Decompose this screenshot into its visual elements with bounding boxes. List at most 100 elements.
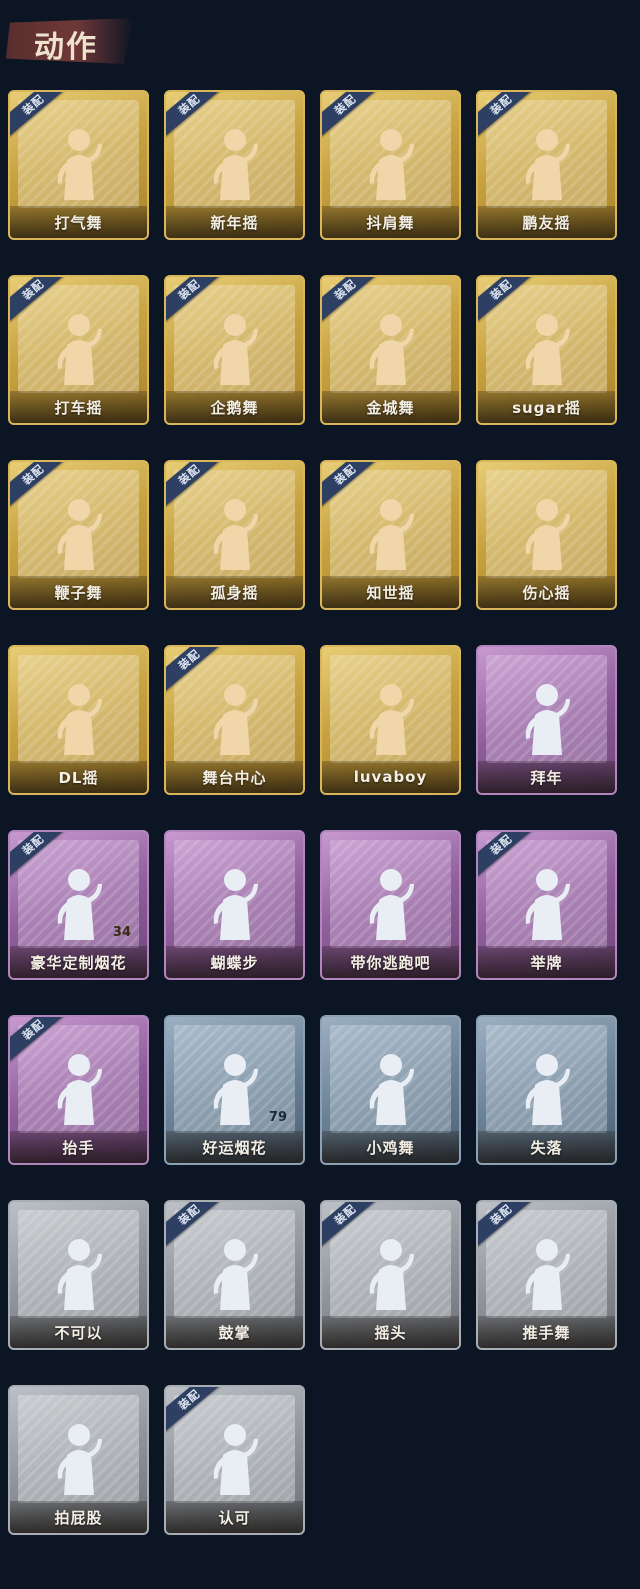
emote-card[interactable]: 鹏友摇 装配 <box>476 90 617 240</box>
emote-icon <box>518 866 576 940</box>
section-title: 动作 <box>34 30 98 65</box>
card-label-bar: 鞭子舞 <box>10 576 147 608</box>
emote-icon <box>362 866 420 940</box>
emote-name: 舞台中心 <box>202 768 267 787</box>
emote-name: 拜年 <box>530 768 563 787</box>
emote-card[interactable]: 孤身摇 装配 <box>164 460 305 610</box>
emote-icon <box>50 681 108 755</box>
emote-card[interactable]: 推手舞 装配 <box>476 1200 617 1350</box>
emote-card[interactable]: 企鹅舞 装配 <box>164 275 305 425</box>
emote-card[interactable]: 抬手 装配 <box>8 1015 149 1165</box>
emote-name: DL摇 <box>58 768 99 787</box>
section-header: 动作 <box>6 8 134 78</box>
emote-card[interactable]: 拜年 <box>476 645 617 795</box>
card-label-bar: 拍屁股 <box>10 1501 147 1533</box>
emote-card[interactable]: sugar摇 装配 <box>476 275 617 425</box>
emote-icon <box>50 126 108 200</box>
butt-slap-figure-icon <box>57 1424 102 1495</box>
emote-card[interactable]: 打气舞 装配 <box>8 90 149 240</box>
emote-icon <box>362 311 420 385</box>
emote-icon <box>518 1051 576 1125</box>
chicken-dance-figure-icon <box>369 1054 414 1125</box>
emote-name: 认可 <box>218 1508 251 1527</box>
dance-figure-icon <box>525 129 570 200</box>
emote-name: 孤身摇 <box>210 583 259 602</box>
emote-name: 金城舞 <box>366 398 415 417</box>
emote-card[interactable]: 小鸡舞 <box>320 1015 461 1165</box>
thumbs-up-icon <box>213 1424 258 1495</box>
emote-card[interactable]: 蝴蝶步 <box>164 830 305 980</box>
emote-icon <box>206 311 264 385</box>
finger-wag-icon <box>57 1239 102 1310</box>
card-label-bar: 舞台中心 <box>166 761 303 793</box>
emote-card[interactable]: 鞭子舞 装配 <box>8 460 149 610</box>
card-label-bar: 企鹅舞 <box>166 391 303 423</box>
emote-icon <box>50 1051 108 1125</box>
dance-figure-icon <box>369 129 414 200</box>
emote-name: 蝴蝶步 <box>210 953 259 972</box>
emote-icon <box>518 681 576 755</box>
sign-figure-icon <box>525 869 570 940</box>
emote-icon <box>50 1236 108 1310</box>
emote-card[interactable]: 打车摇 装配 <box>8 275 149 425</box>
emote-card[interactable]: 带你逃跑吧 <box>320 830 461 980</box>
card-label-bar: DL摇 <box>10 761 147 793</box>
emote-card[interactable]: 认可 装配 <box>164 1385 305 1535</box>
card-label-bar: 新年摇 <box>166 206 303 238</box>
emote-card[interactable]: 抖肩舞 装配 <box>320 90 461 240</box>
card-label-bar: 带你逃跑吧 <box>322 946 459 978</box>
emote-name: 新年摇 <box>210 213 259 232</box>
card-label-bar: 蝴蝶步 <box>166 946 303 978</box>
emote-name: 鹏友摇 <box>522 213 571 232</box>
dance-figure-icon <box>525 314 570 385</box>
emote-card[interactable]: 拍屁股 <box>8 1385 149 1535</box>
emote-card[interactable]: 伤心摇 <box>476 460 617 610</box>
card-label-bar: 豪华定制烟花 <box>10 946 147 978</box>
emote-name: 打车摇 <box>54 398 103 417</box>
emote-icon <box>50 866 108 940</box>
emote-card[interactable]: 34 豪华定制烟花 装配 <box>8 830 149 980</box>
emote-name: 举牌 <box>530 953 563 972</box>
emote-icon <box>206 1236 264 1310</box>
emote-icon <box>50 496 108 570</box>
emote-icon <box>206 496 264 570</box>
emote-card[interactable]: 知世摇 装配 <box>320 460 461 610</box>
dance-figure-icon <box>213 129 258 200</box>
emote-card[interactable]: 失落 <box>476 1015 617 1165</box>
firework-can-icon <box>213 1054 258 1125</box>
emote-name: 拍屁股 <box>54 1508 103 1527</box>
card-label-bar: luvaboy <box>322 761 459 793</box>
emote-card[interactable]: 不可以 <box>8 1200 149 1350</box>
emote-name: 鞭子舞 <box>54 583 103 602</box>
card-label-bar: 摇头 <box>322 1316 459 1348</box>
emote-card[interactable]: 鼓掌 装配 <box>164 1200 305 1350</box>
emote-card[interactable]: 摇头 装配 <box>320 1200 461 1350</box>
card-label-bar: 失落 <box>478 1131 615 1163</box>
emote-card[interactable]: 举牌 装配 <box>476 830 617 980</box>
emote-card[interactable]: 新年摇 装配 <box>164 90 305 240</box>
emote-card[interactable]: 舞台中心 装配 <box>164 645 305 795</box>
card-label-bar: 鹏友摇 <box>478 206 615 238</box>
emote-icon <box>50 311 108 385</box>
card-label-bar: 拜年 <box>478 761 615 793</box>
emote-card[interactable]: DL摇 <box>8 645 149 795</box>
clapping-hands-icon <box>213 1239 258 1310</box>
emote-name: 好运烟花 <box>202 1138 267 1157</box>
emote-icon <box>50 1421 108 1495</box>
card-label-bar: 举牌 <box>478 946 615 978</box>
emote-card[interactable]: 金城舞 装配 <box>320 275 461 425</box>
emote-name: 企鹅舞 <box>210 398 259 417</box>
emote-name: 小鸡舞 <box>366 1138 415 1157</box>
emote-icon <box>362 1236 420 1310</box>
card-label-bar: 不可以 <box>10 1316 147 1348</box>
emote-name: 抬手 <box>62 1138 95 1157</box>
emote-card[interactable]: luvaboy <box>320 645 461 795</box>
emote-icon <box>206 681 264 755</box>
dance-figure-icon <box>57 684 102 755</box>
item-count: 79 <box>268 1110 287 1125</box>
heart-hands-figure-icon <box>525 499 570 570</box>
emote-icon <box>518 126 576 200</box>
head-shake-figure-icon <box>369 1239 414 1310</box>
emote-card[interactable]: 79 好运烟花 <box>164 1015 305 1165</box>
card-label-bar: 孤身摇 <box>166 576 303 608</box>
